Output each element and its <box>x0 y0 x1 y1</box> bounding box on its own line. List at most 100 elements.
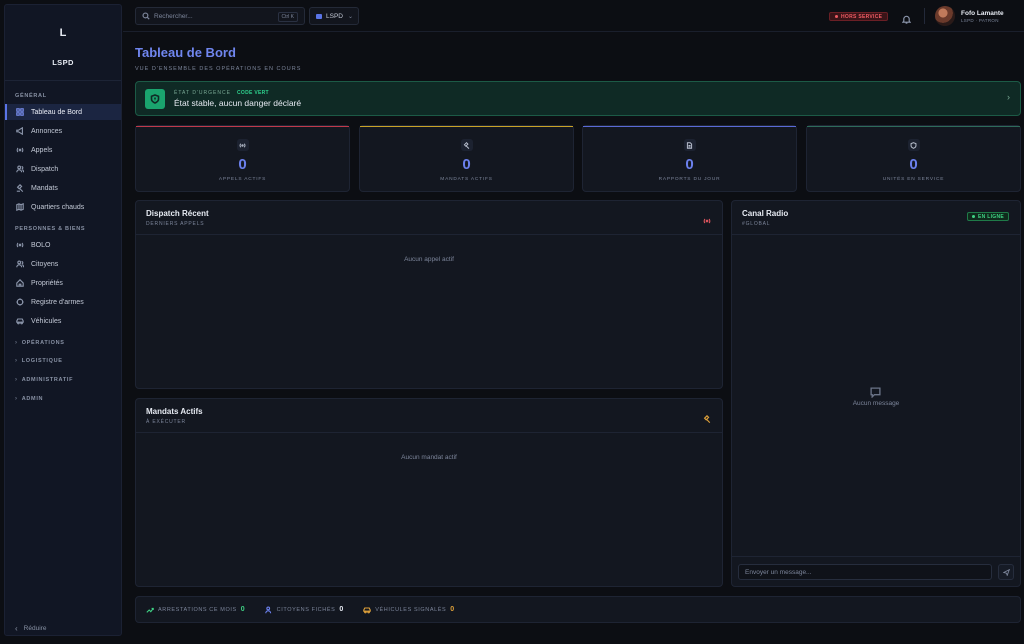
sidebar-item-bolo[interactable]: BOLO <box>5 237 121 253</box>
panel-title: Canal Radio <box>742 209 789 218</box>
sidebar-item-announcements[interactable]: Annonces <box>5 123 121 139</box>
reduce-sidebar-button[interactable]: ‹ Réduire <box>15 624 46 633</box>
duty-status-label: HORS SERVICE <box>841 13 883 20</box>
online-label: EN LIGNE <box>977 213 1004 220</box>
reduce-label: Réduire <box>23 625 47 632</box>
sidebar-item-label: Véhicules <box>31 317 62 325</box>
emergency-status-banner[interactable]: ÉTAT D'URGENCE CODE VERT État stable, au… <box>135 81 1021 116</box>
search-shortcut: Ctrl K <box>277 12 298 22</box>
chevron-left-icon: ‹ <box>15 624 18 633</box>
duty-status-badge[interactable]: HORS SERVICE <box>829 12 889 21</box>
sidebar-item-weapons[interactable]: Registre d'armes <box>5 294 121 310</box>
panel-title: Dispatch Récent <box>146 209 209 218</box>
sidebar-item-calls[interactable]: Appels <box>5 142 121 158</box>
search-placeholder: Rechercher... <box>154 12 193 20</box>
section-logistics[interactable]: › LOGISTIQUE <box>15 358 63 364</box>
section-administrative[interactable]: › ADMINISTRATIF <box>15 377 73 383</box>
agency-label: LSPD <box>326 12 343 20</box>
sidebar-logo[interactable]: L LSPD <box>5 5 121 81</box>
stat-accent-bar <box>136 126 349 127</box>
radio-icon <box>15 240 25 250</box>
logo-letter: L <box>59 27 67 39</box>
footer-stats-bar: ARRESTATIONS CE MOIS 0 CITOYENS FICHÉS 0… <box>135 596 1021 623</box>
section-label: ADMIN <box>21 396 44 402</box>
stat-card-active-warrants[interactable]: 0 MANDATS ACTIFS <box>359 125 574 192</box>
car-icon <box>363 606 372 613</box>
sidebar-item-hotspots[interactable]: Quartiers chauds <box>5 199 121 215</box>
message-icon <box>870 385 882 399</box>
radio-icon <box>703 212 712 224</box>
sidebar-item-label: Mandats <box>31 184 58 192</box>
chevron-right-icon: › <box>15 340 18 346</box>
empty-state: Aucun message <box>852 400 900 407</box>
target-icon <box>15 297 25 307</box>
panel-header: Mandats Actifs À EXÉCUTER <box>136 399 722 433</box>
panel-title: Mandats Actifs <box>146 407 203 416</box>
status-dot <box>835 15 838 18</box>
bell-icon <box>901 15 912 24</box>
sidebar-item-label: Appels <box>31 146 53 154</box>
sidebar-item-label: Dispatch <box>31 165 59 173</box>
empty-state: Aucun mandat actif <box>401 454 457 461</box>
search-input[interactable]: Rechercher... Ctrl K <box>135 7 305 25</box>
sidebar-item-dispatch[interactable]: Dispatch <box>5 161 121 177</box>
stat-label: MANDATS ACTIFS <box>440 177 493 182</box>
section-general: GÉNÉRAL <box>15 93 47 99</box>
home-icon <box>15 278 25 288</box>
app-root: L LSPD GÉNÉRAL Tableau de Bord Annonces … <box>0 0 1024 644</box>
chevron-right-icon: › <box>15 358 18 364</box>
stat-card-units-on-duty[interactable]: 0 UNITÉS EN SERVICE <box>806 125 1021 192</box>
radio-panel: Canal Radio #GLOBAL EN LIGNE Aucun messa… <box>731 200 1021 587</box>
empty-state: Aucun appel actif <box>404 256 454 263</box>
radio-icon <box>236 139 249 151</box>
gavel-icon <box>460 139 473 151</box>
sidebar-item-label: BOLO <box>31 241 51 249</box>
stat-label: UNITÉS EN SERVICE <box>882 177 945 182</box>
send-button[interactable] <box>998 564 1014 580</box>
section-persons: PERSONNES & BIENS <box>15 226 86 232</box>
gavel-icon <box>703 410 712 423</box>
section-admin[interactable]: › ADMIN <box>15 396 43 402</box>
grid-icon <box>15 107 25 117</box>
sidebar-item-label: Registre d'armes <box>31 298 84 306</box>
sidebar-item-citizens[interactable]: Citoyens <box>5 256 121 272</box>
footer-stat-vehicles: VÉHICULES SIGNALÉS 0 <box>363 606 454 614</box>
alert-label: ÉTAT D'URGENCE <box>174 90 231 96</box>
stat-card-active-calls[interactable]: 0 APPELS ACTIFS <box>135 125 350 192</box>
stat-value: 0 <box>685 156 694 173</box>
stat-card-daily-reports[interactable]: 0 RAPPORTS DU JOUR <box>582 125 797 192</box>
notifications-button[interactable] <box>901 11 912 24</box>
shield-icon <box>907 139 920 151</box>
map-icon <box>15 202 25 212</box>
megaphone-icon <box>15 126 25 136</box>
avatar[interactable] <box>935 6 955 26</box>
alert-code: CODE VERT <box>237 90 269 96</box>
panel-subtitle: DERNIERS APPELS <box>146 221 205 227</box>
sidebar-item-properties[interactable]: Propriétés <box>5 275 121 291</box>
chevron-right-icon: › <box>15 396 18 402</box>
radio-icon <box>15 145 25 155</box>
users-icon <box>264 605 271 613</box>
alert-text: État stable, aucun danger déclaré <box>174 98 302 108</box>
panel-header: Canal Radio #GLOBAL EN LIGNE <box>732 201 1020 235</box>
message-composer <box>732 556 1020 586</box>
stat-label: RAPPORTS DU JOUR <box>658 177 721 182</box>
sidebar-item-dashboard[interactable]: Tableau de Bord <box>5 104 121 120</box>
sidebar-item-warrants[interactable]: Mandats <box>5 180 121 196</box>
footer-stat-value: 0 <box>450 606 455 613</box>
footer-stat-label: CITOYENS FICHÉS <box>276 606 336 613</box>
chevron-right-icon: › <box>1007 92 1010 102</box>
sidebar-item-label: Citoyens <box>31 260 59 268</box>
message-input[interactable] <box>738 564 992 580</box>
search-icon <box>142 12 150 20</box>
section-operations[interactable]: › OPÉRATIONS <box>15 340 65 346</box>
panel-subtitle: À EXÉCUTER <box>146 419 186 425</box>
agency-select[interactable]: LSPD ⌄ <box>309 7 359 25</box>
stat-value: 0 <box>238 156 247 173</box>
sidebar-item-vehicles[interactable]: Véhicules <box>5 313 121 329</box>
footer-stat-arrests: ARRESTATIONS CE MOIS 0 <box>146 606 245 614</box>
document-icon <box>683 139 696 151</box>
users-icon <box>15 259 25 269</box>
logo-name: LSPD <box>52 58 74 67</box>
warrants-panel: Mandats Actifs À EXÉCUTER Aucun mandat a… <box>135 398 723 587</box>
